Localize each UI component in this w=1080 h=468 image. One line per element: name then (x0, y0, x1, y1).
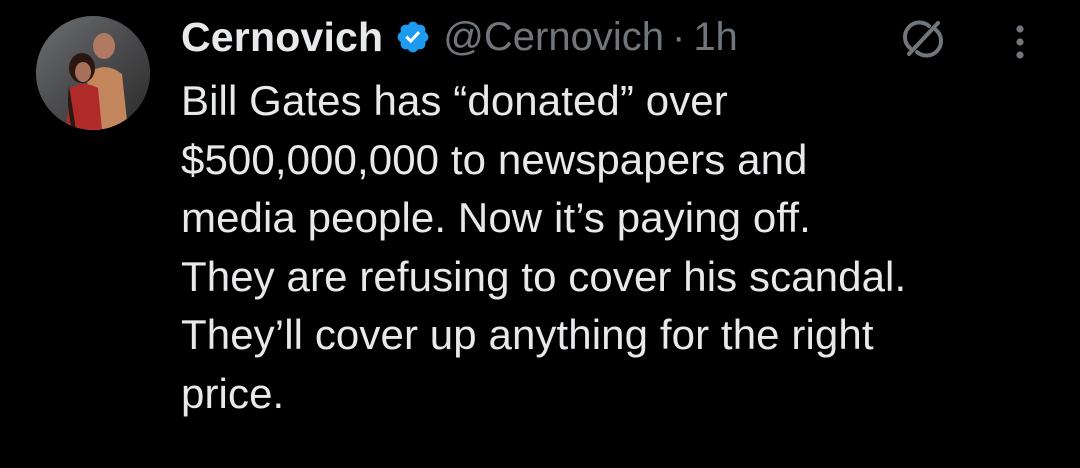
separator-dot: · (671, 14, 686, 59)
author-handle[interactable]: @Cernovich (443, 15, 664, 60)
tweet[interactable]: Cernovich @Cernovich · 1h Bill Gates has… (0, 0, 1080, 468)
tweet-content: Cernovich @Cernovich · 1h Bill Gates has… (181, 10, 1061, 423)
timestamp[interactable]: 1h (693, 15, 738, 60)
grok-icon[interactable] (902, 18, 944, 60)
more-options-icon[interactable] (1010, 22, 1030, 62)
tweet-text: Bill Gates has “donated” over $500,000,0… (181, 77, 907, 417)
verified-badge-icon (395, 19, 431, 55)
display-name[interactable]: Cernovich (181, 14, 383, 61)
avatar[interactable] (36, 16, 150, 130)
